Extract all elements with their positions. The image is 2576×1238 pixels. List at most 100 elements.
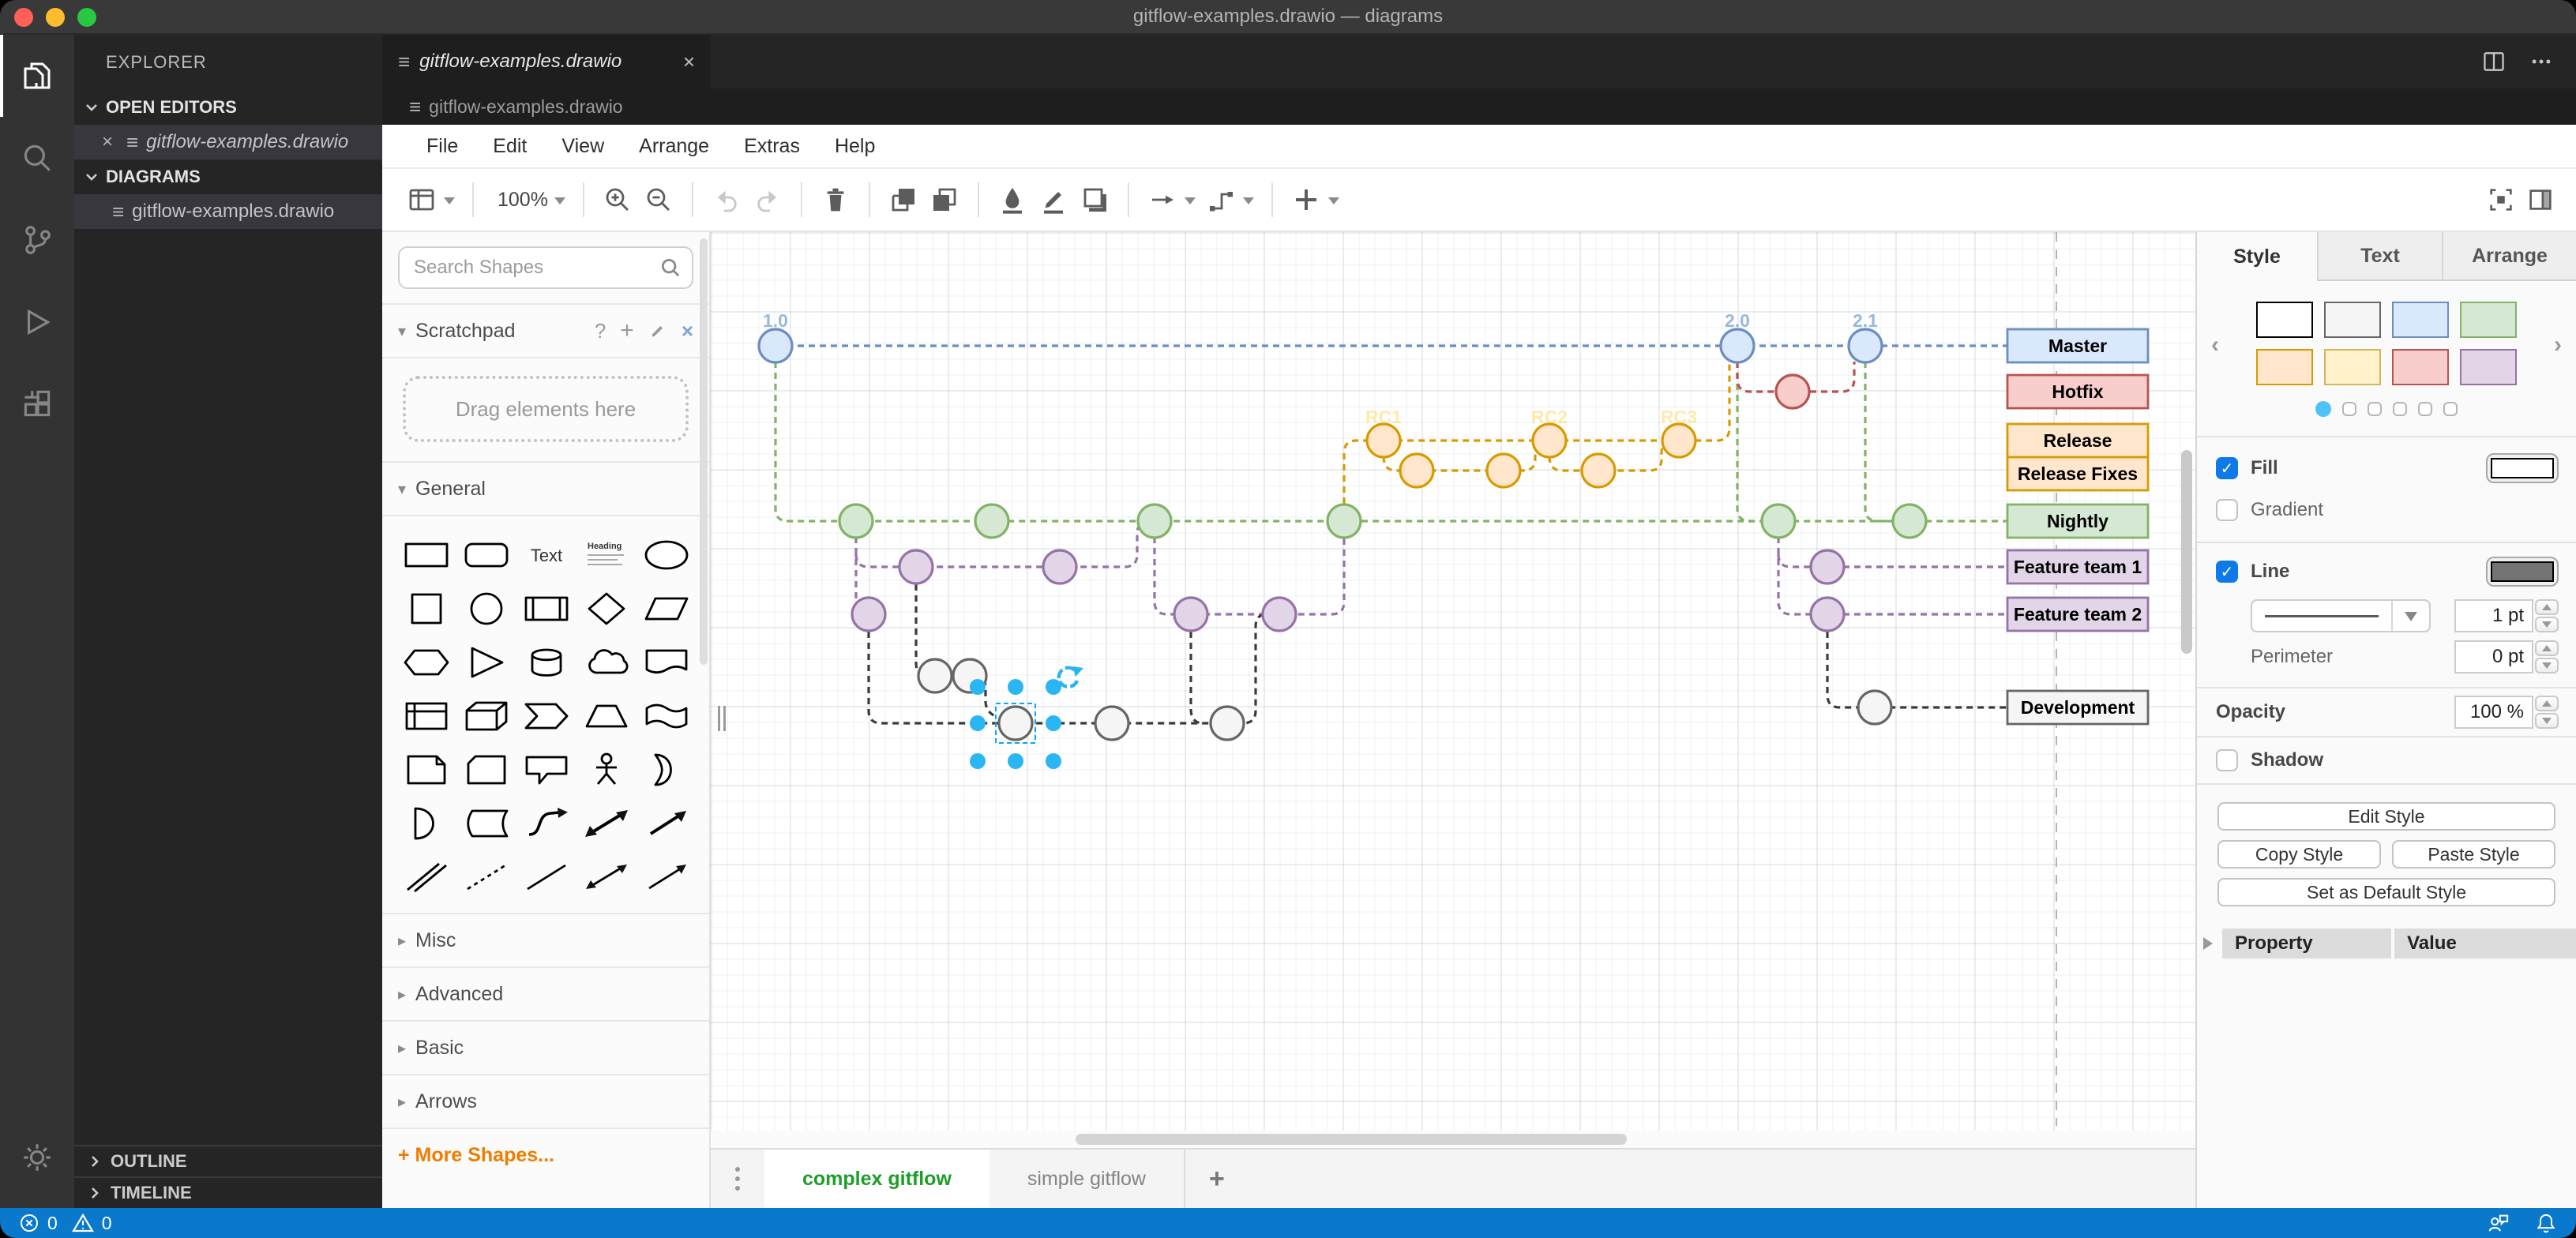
commit-node[interactable] [1485,452,1522,489]
gradient-checkbox[interactable] [2216,499,2238,521]
editor-tab[interactable]: ≡ gitflow-examples.drawio × [382,35,711,88]
gitflow-diagram[interactable]: 1.0 2.0 2.1 RC1 RC2 RC3 Master Hotfix Release Rel… [711,232,2195,1126]
scratchpad-add-icon[interactable]: + [620,317,634,344]
scratchpad-edit-icon[interactable] [648,321,667,340]
commit-node[interactable] [1261,596,1297,632]
shape-dashed-line[interactable] [456,851,516,903]
shape-directional-connector[interactable] [636,851,697,903]
shadow-icon[interactable] [1074,178,1115,222]
shape-trapezoid[interactable] [576,690,636,742]
style-preset-5[interactable] [2324,349,2381,385]
commit-node[interactable] [838,503,874,539]
shape-bidirectional-connector[interactable] [576,851,636,903]
opacity-stepper[interactable] [2535,696,2559,729]
commit-node[interactable] [917,658,953,694]
errors-icon[interactable] [19,1213,39,1233]
fill-color-icon[interactable] [992,178,1033,222]
style-preset-7[interactable] [2460,349,2517,385]
commit-node[interactable] [1857,689,1893,726]
commit-node[interactable] [1173,596,1209,632]
tab-style[interactable]: Style [2197,232,2317,281]
selection-handle[interactable] [1008,679,1023,695]
presets-pagination[interactable] [2197,401,2576,417]
presets-page-dot-2[interactable] [2368,402,2382,416]
shape-cube[interactable] [456,690,516,742]
menu-file[interactable]: File [409,135,475,158]
commit-node[interactable] [1399,452,1435,489]
diagram-canvas[interactable]: 1.0 2.0 2.1 RC1 RC2 RC3 Master Hotfix Release Rel… [711,232,2195,1131]
shape-document[interactable] [636,636,697,688]
presets-page-dot-0[interactable] [2315,401,2331,417]
menu-help[interactable]: Help [817,135,892,158]
shadow-checkbox[interactable] [2216,749,2238,771]
outline-section[interactable]: OUTLINE [74,1145,382,1176]
close-tab-icon[interactable]: × [683,50,695,74]
page-tab-simple-gitflow[interactable]: simple gitflow [989,1150,1185,1208]
diagrams-section-header[interactable]: DIAGRAMS [74,159,382,194]
menu-arrange[interactable]: Arrange [621,135,727,158]
branch-connector[interactable] [914,584,997,718]
menu-extras[interactable]: Extras [727,135,817,158]
style-preset-1[interactable] [2324,302,2381,338]
general-section-header[interactable]: ▾ General [382,463,709,515]
scratchpad-help-icon[interactable]: ? [595,319,606,343]
shape-actor[interactable] [576,744,636,796]
search-icon[interactable] [0,117,74,199]
canvas-horizontal-scrollbar[interactable] [711,1131,2195,1148]
line-color-swatch[interactable] [2486,557,2559,587]
line-width-input[interactable]: 1 pt [2454,599,2533,632]
fill-color-swatch[interactable] [2486,453,2559,483]
commit-node[interactable] [1891,503,1928,539]
style-preset-3[interactable] [2460,302,2517,338]
selection-handle[interactable] [1046,753,1061,769]
add-page-icon[interactable]: + [1185,1150,1249,1208]
commit-node[interactable] [757,328,794,364]
branch-connector[interactable] [1736,362,1775,393]
shape-callout[interactable] [516,744,576,796]
style-preset-6[interactable] [2392,349,2449,385]
shape-tape[interactable] [636,690,697,742]
commit-node[interactable] [1809,549,1846,585]
waypoints-icon[interactable] [1200,178,1259,222]
split-editor-icon[interactable] [2481,49,2507,74]
maximize-window-button[interactable] [77,8,96,27]
shape-card[interactable] [456,744,516,796]
source-control-icon[interactable] [0,199,74,281]
perimeter-stepper[interactable] [2535,640,2559,673]
connection-icon[interactable] [1142,178,1200,222]
shape-arrow[interactable] [636,797,697,850]
section-basic[interactable]: ▸ Basic [382,1022,709,1074]
commit-node[interactable] [1365,422,1402,459]
style-preset-4[interactable] [2256,349,2313,385]
commit-node[interactable] [898,549,934,585]
section-arrows[interactable]: ▸ Arrows [382,1075,709,1127]
branch-connector[interactable] [1826,632,2007,709]
line-style-dropdown[interactable] [2251,599,2431,632]
commit-node[interactable] [1719,328,1756,364]
insert-icon[interactable] [1286,178,1344,222]
run-debug-icon[interactable] [0,281,74,363]
branch-connector[interactable] [1777,553,1812,568]
edit-style-button[interactable]: Edit Style [2217,802,2555,831]
canvas-vertical-scrollbar[interactable] [2181,450,2192,654]
pages-menu-icon[interactable] [711,1150,764,1208]
shape-link[interactable] [396,851,456,903]
menu-edit[interactable]: Edit [475,135,544,158]
zoom-out-icon[interactable] [638,178,679,222]
line-color-icon[interactable] [1033,178,1074,222]
zoom-in-icon[interactable] [597,178,638,222]
extensions-icon[interactable] [0,363,74,445]
property-table-header[interactable]: Property Value [2197,928,2576,959]
rotate-handle-arrow[interactable] [1072,666,1083,677]
to-front-icon[interactable] [883,178,924,222]
commit-node[interactable] [1580,452,1617,489]
close-window-button[interactable] [14,8,33,27]
shape-data-storage[interactable] [456,797,516,850]
set-default-style-button[interactable]: Set as Default Style [2217,878,2555,906]
scratchpad-close-icon[interactable]: × [682,319,693,343]
commit-node[interactable] [1136,503,1173,539]
shape-line[interactable] [516,851,576,903]
line-width-stepper[interactable] [2535,599,2559,632]
format-panel-toggle-icon[interactable] [2521,178,2560,222]
fill-checkbox[interactable]: ✓ [2216,457,2238,479]
